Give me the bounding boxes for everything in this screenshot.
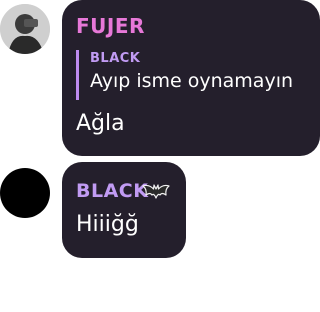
message-text: Hiiiğğ: [76, 212, 139, 237]
message-text: Ağla: [76, 111, 125, 136]
reply-quote[interactable]: BLACK Ayıp isme oynamayın: [76, 50, 293, 100]
avatar-black[interactable]: [0, 168, 50, 218]
sender-name[interactable]: BLACK: [76, 180, 148, 202]
user-photo-icon: [0, 4, 50, 54]
message-bubble: FUJER BLACK Ayıp isme oynamayın Ağla: [62, 0, 320, 156]
avatar-fujer[interactable]: [0, 4, 50, 54]
sender-name[interactable]: FUJER: [76, 14, 145, 38]
reply-sender: BLACK: [90, 51, 141, 66]
reply-text: Ayıp isme oynamayın: [90, 70, 294, 92]
bat-icon: [142, 184, 170, 199]
message-bubble: BLACK Hiiiğğ: [62, 162, 186, 258]
